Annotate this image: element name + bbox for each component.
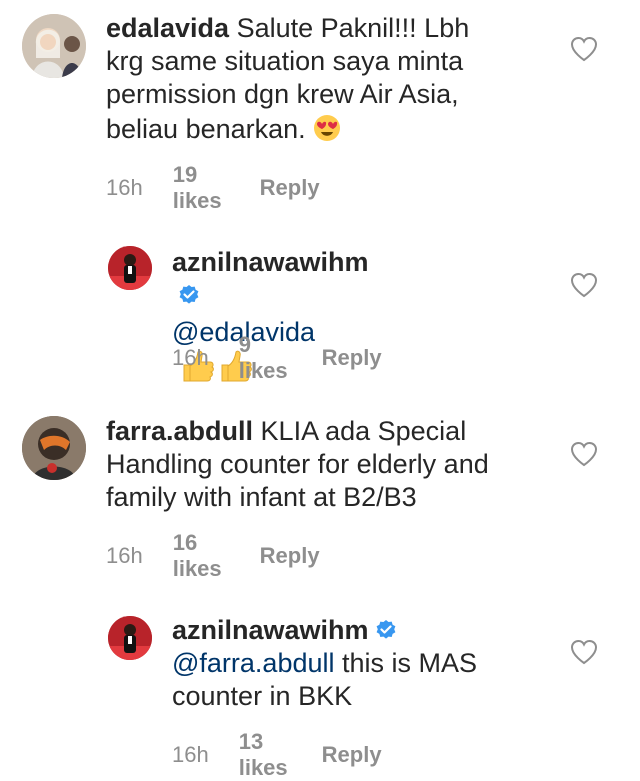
reply-button[interactable]: Reply: [260, 175, 320, 201]
comment-time: 16h: [172, 345, 209, 370]
avatar-farra-abdull[interactable]: [22, 416, 86, 480]
comment-text: permission dgn krew Air Asia,: [106, 79, 459, 109]
comment-username[interactable]: aznilnawawihm: [172, 615, 369, 645]
avatar-aznilnawawihm[interactable]: [108, 616, 152, 660]
like-heart-icon[interactable]: [570, 272, 598, 298]
comment-time: 16h: [172, 742, 209, 767]
comment-username[interactable]: aznilnawawihm: [172, 247, 369, 277]
comment-username[interactable]: edalavida: [106, 13, 229, 43]
comment-text: family with infant at B2/B3: [106, 482, 417, 512]
comment-text: KLIA ada Special: [253, 416, 467, 446]
likes-count[interactable]: 13 likes: [239, 729, 288, 781]
like-heart-icon[interactable]: [570, 36, 598, 62]
comment-time: 16h: [106, 175, 143, 200]
likes-count[interactable]: 16 likes: [173, 530, 222, 582]
verified-badge-icon: [178, 281, 200, 304]
avatar-aznilnawawihm[interactable]: [108, 246, 152, 290]
likes-count[interactable]: 19 likes: [173, 162, 222, 214]
verified-badge-icon: [375, 616, 397, 639]
mention-link[interactable]: @farra.abdull: [172, 648, 335, 678]
comment-text: krg same situation saya minta: [106, 46, 464, 76]
comment-text: beliau benarkan.: [106, 114, 314, 144]
comment-time: 16h: [106, 543, 143, 568]
reply-button[interactable]: Reply: [322, 742, 382, 768]
like-heart-icon[interactable]: [570, 441, 598, 467]
like-heart-icon[interactable]: [570, 639, 598, 665]
comment-text: Handling counter for elderly and: [106, 449, 489, 479]
comment-text: this is MAS: [334, 648, 478, 678]
reply-button[interactable]: Reply: [260, 543, 320, 569]
heart-eyes-emoji-icon: [313, 114, 341, 142]
avatar-edalavida[interactable]: [22, 14, 86, 78]
comment-username[interactable]: farra.abdull: [106, 416, 253, 446]
reply-button[interactable]: Reply: [322, 345, 382, 371]
comment-text: counter in BKK: [172, 681, 353, 711]
comment-text: Salute Paknil!!! Lbh: [229, 13, 470, 43]
likes-count[interactable]: 9 likes: [239, 332, 288, 384]
